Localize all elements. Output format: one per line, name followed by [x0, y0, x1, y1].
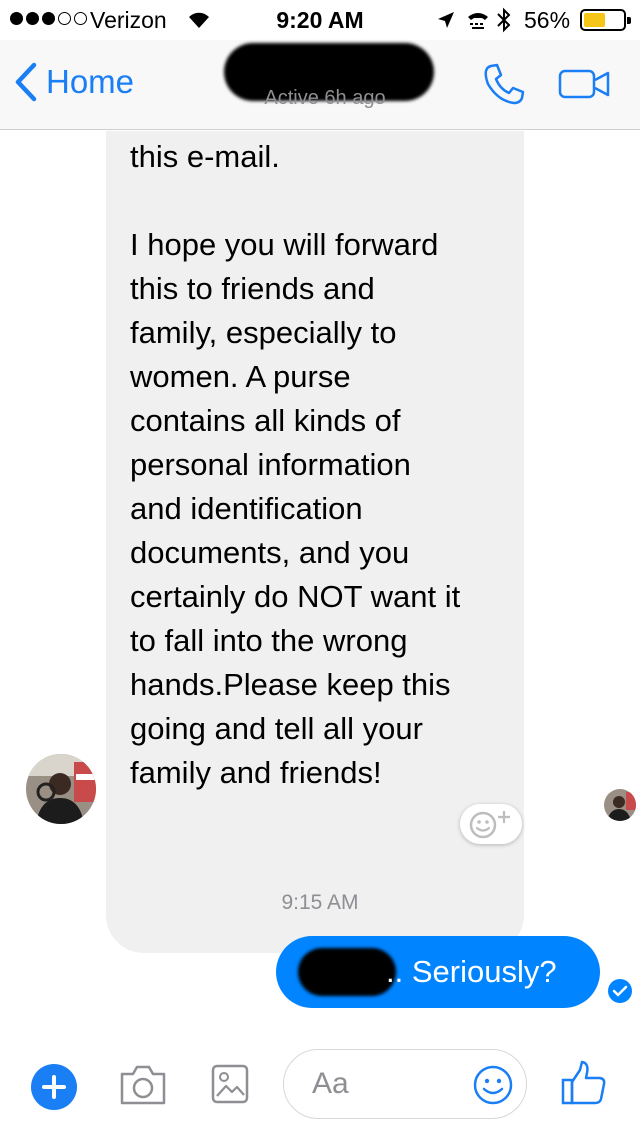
- back-label: Home: [46, 63, 135, 100]
- add-reaction-button[interactable]: [460, 804, 522, 844]
- message-timestamp: 9:15 AM: [281, 891, 359, 914]
- voice-call-button[interactable]: [482, 62, 526, 111]
- emoji-button[interactable]: [472, 1064, 514, 1111]
- photo-gallery-button[interactable]: [210, 1063, 250, 1110]
- back-button[interactable]: Home: [14, 62, 134, 102]
- sent-message-text: .. Seriously?: [386, 954, 557, 989]
- back-chevron-icon: [15, 62, 37, 102]
- read-receipt-avatar: [604, 789, 636, 821]
- message-thread[interactable]: thankful that you read this e-mail. I ho…: [0, 131, 640, 1030]
- battery-percent: 56%: [524, 7, 571, 33]
- plus-icon: [42, 1075, 66, 1099]
- more-actions-button[interactable]: [31, 1064, 77, 1110]
- status-bar: Verizon 9:20 AM 56%: [0, 0, 640, 40]
- image-gallery-icon: [211, 1064, 249, 1104]
- battery-icon: [580, 9, 631, 31]
- received-message-text: thankful that you read this e-mail. I ho…: [130, 139, 461, 790]
- redacted-text: [298, 948, 396, 996]
- message-input-placeholder: Aa: [312, 1067, 349, 1100]
- camera-icon: [120, 1065, 166, 1105]
- video-camera-icon: [558, 69, 610, 99]
- location-arrow-icon: [436, 9, 456, 36]
- tty-icon: [466, 9, 490, 36]
- delivered-check-icon: [612, 985, 628, 997]
- active-status: Active 6h ago: [264, 87, 386, 109]
- delivered-status: [608, 979, 632, 1003]
- sent-message-bubble[interactable]: .. Seriously?: [276, 936, 600, 1008]
- message-composer: Aa: [0, 1030, 640, 1136]
- conversation-header: Home Active 6h ago: [0, 40, 640, 130]
- bluetooth-icon: [496, 7, 512, 39]
- message-input[interactable]: Aa: [283, 1049, 527, 1119]
- camera-button[interactable]: [118, 1064, 168, 1111]
- thumbs-up-icon: [561, 1060, 606, 1105]
- contact-title[interactable]: Active 6h ago: [210, 40, 440, 130]
- smiley-icon: [473, 1065, 513, 1105]
- like-button[interactable]: [560, 1060, 608, 1111]
- video-call-button[interactable]: [558, 68, 612, 105]
- add-emoji-reaction-icon: [469, 811, 510, 839]
- sender-avatar[interactable]: [26, 754, 96, 824]
- phone-icon: [484, 63, 525, 105]
- messenger-chat-screen: Verizon 9:20 AM 56% Home Active 6h ago t…: [0, 0, 640, 1136]
